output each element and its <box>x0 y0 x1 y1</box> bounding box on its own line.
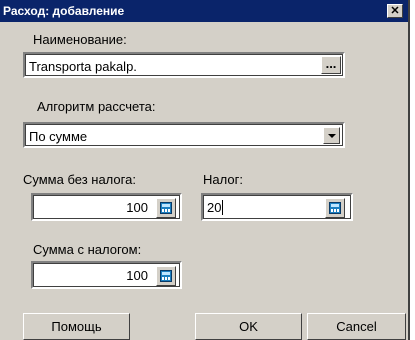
amount-with-tax-label: Сумма с налогом: <box>33 242 142 257</box>
help-button[interactable]: Помощь <box>23 313 130 340</box>
calculator-icon <box>160 202 172 214</box>
browse-button[interactable]: ... <box>321 56 341 74</box>
amount-without-tax-calc-button[interactable] <box>156 198 176 218</box>
algorithm-select[interactable]: По сумме <box>23 122 345 148</box>
window-title: Расход: добавление <box>3 4 125 18</box>
tax-value: 20 <box>207 200 224 215</box>
ellipsis-icon: ... <box>325 56 337 71</box>
cancel-button[interactable]: Cancel <box>307 313 406 340</box>
dropdown-button[interactable] <box>323 127 340 144</box>
amount-with-tax-value: 100 <box>126 268 148 283</box>
amount-without-tax-label: Сумма без налога: <box>23 172 136 187</box>
amount-without-tax-value: 100 <box>126 200 148 215</box>
close-icon: ✕ <box>390 5 400 17</box>
text-cursor <box>222 200 224 215</box>
amount-without-tax-field[interactable]: 100 <box>31 193 182 221</box>
algorithm-value: По сумме <box>29 129 88 144</box>
name-field[interactable]: Transporta pakalp. ... <box>23 52 345 78</box>
tax-label: Налог: <box>203 172 243 187</box>
calculator-icon <box>160 270 172 282</box>
title-bar[interactable]: Расход: добавление ✕ <box>0 0 408 22</box>
name-label: Наименование: <box>33 32 127 47</box>
close-button[interactable]: ✕ <box>387 4 403 18</box>
calculator-icon <box>329 202 341 214</box>
tax-calc-button[interactable] <box>325 198 345 218</box>
amount-with-tax-calc-button[interactable] <box>156 266 176 286</box>
algorithm-label: Алгоритм рассчета: <box>37 99 156 114</box>
name-value: Transporta pakalp. <box>29 59 137 74</box>
ok-button[interactable]: OK <box>195 313 302 340</box>
dialog-window: Расход: добавление ✕ Наименование: Trans… <box>0 0 410 340</box>
amount-with-tax-field[interactable]: 100 <box>31 261 182 289</box>
tax-field[interactable]: 20 <box>201 193 353 221</box>
